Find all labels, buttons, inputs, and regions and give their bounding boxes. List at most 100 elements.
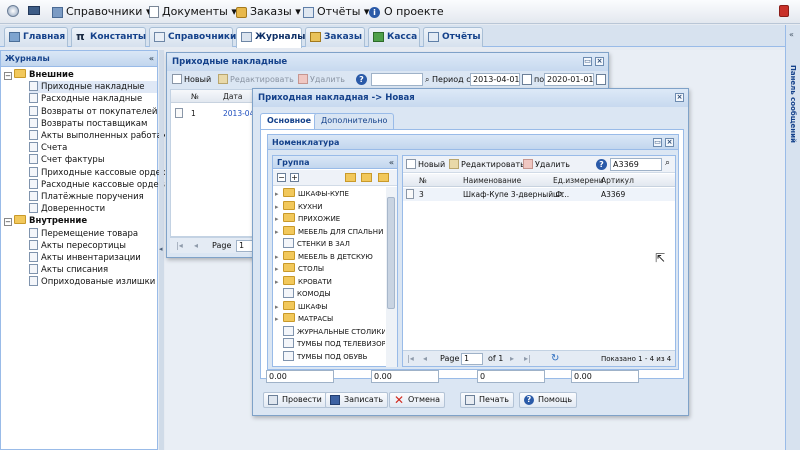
group-item[interactable]: ТУМБЫ ПОД ТЕЛЕВИЗОР: [275, 338, 385, 350]
first-page-icon[interactable]: |◂: [176, 238, 183, 254]
tab-home[interactable]: Главная: [4, 27, 68, 47]
tab-additional[interactable]: Дополнительно: [314, 113, 395, 129]
tab-cash[interactable]: Касса: [368, 27, 420, 47]
tree-item[interactable]: Акты списания: [29, 264, 157, 276]
tab-reports[interactable]: Отчёты: [423, 27, 483, 47]
logout-icon[interactable]: [779, 5, 789, 17]
column-article[interactable]: Артикул: [601, 174, 634, 187]
group-item[interactable]: ▸ МЕБЕЛЬ В ДЕТСКУЮ: [275, 250, 373, 263]
column-name[interactable]: Наименование: [463, 174, 521, 187]
save-button[interactable]: Записать: [325, 392, 389, 408]
home-icon[interactable]: [7, 5, 19, 17]
group-item[interactable]: ▸ МАТРАСЫ: [275, 313, 333, 325]
expand-arrow-icon[interactable]: ▸: [275, 301, 283, 313]
search-input[interactable]: [371, 73, 423, 86]
tree-item[interactable]: Приходные накладные: [29, 81, 157, 94]
total-field-1[interactable]: 0.00: [266, 370, 334, 383]
tree-item[interactable]: Расходные кассовые ордера: [29, 178, 169, 191]
expand-arrow-icon[interactable]: ▸: [275, 263, 283, 275]
collapse-icon[interactable]: −: [4, 72, 12, 80]
search-icon[interactable]: ⌕: [665, 158, 670, 168]
post-button[interactable]: Провести: [263, 392, 327, 408]
window-title-bar[interactable]: Приходная накладная -> Новая ×: [253, 89, 688, 107]
close-icon[interactable]: ×: [665, 138, 674, 147]
group-item[interactable]: ▸ КРОВАТИ: [275, 275, 332, 288]
expand-arrow-icon[interactable]: ▸: [275, 201, 283, 213]
help-icon[interactable]: ?: [356, 74, 367, 85]
tab-orders[interactable]: Заказы: [305, 27, 365, 47]
expand-arrow-icon[interactable]: ▸: [275, 276, 283, 288]
group-item[interactable]: ▸ ШКАФЫ: [275, 300, 327, 313]
group-item[interactable]: ▸ КУХНИ: [275, 200, 323, 213]
prev-page-icon[interactable]: ◂: [194, 238, 198, 254]
cancel-button[interactable]: ✕ Отмена: [389, 392, 446, 408]
next-page-icon[interactable]: ▸: [510, 351, 514, 367]
tab-reference-books[interactable]: Справочники: [149, 27, 236, 47]
expand-arrow-icon[interactable]: ▸: [275, 313, 283, 325]
new-item-button[interactable]: Новый: [406, 158, 445, 172]
group-item[interactable]: ▸ ШКАФЫ-КУПЕ: [275, 188, 349, 200]
tree-item[interactable]: Акты инвентаризации: [29, 252, 157, 264]
splitter[interactable]: ◂: [159, 50, 164, 450]
group-item[interactable]: КОМОДЫ: [275, 288, 331, 300]
delete-folder-icon[interactable]: [378, 173, 389, 182]
expand-arrow-icon[interactable]: ▸: [275, 188, 283, 200]
tree-item[interactable]: Счета: [29, 142, 157, 154]
help-icon[interactable]: ?: [596, 159, 607, 170]
close-icon[interactable]: ×: [675, 93, 684, 102]
tab-constants[interactable]: π Константы: [71, 27, 146, 47]
close-icon[interactable]: ×: [595, 57, 604, 66]
monitor-icon[interactable]: [28, 6, 40, 15]
help-button[interactable]: ? Помощь: [519, 392, 578, 408]
tree-group-external[interactable]: − Внешние: [4, 69, 157, 81]
minimize-icon[interactable]: ▭: [653, 138, 662, 147]
column-no[interactable]: №: [191, 90, 199, 103]
menu-reports[interactable]: Отчёты ▾: [303, 4, 369, 20]
tree-item[interactable]: Оприходованые излишки: [29, 276, 157, 288]
collapse-icon[interactable]: «: [389, 156, 394, 169]
tree-item[interactable]: Возвраты от покупателей: [29, 105, 157, 118]
delete-button[interactable]: Удалить: [298, 73, 345, 87]
tab-journals[interactable]: Журналы: [236, 27, 305, 48]
tab-main[interactable]: Основное: [260, 113, 319, 129]
tree-item[interactable]: Перемещение товара: [29, 227, 157, 240]
tree-item[interactable]: Счет фактуры: [29, 154, 157, 166]
expand-icon[interactable]: «: [789, 30, 794, 39]
edit-item-button[interactable]: Редактировать: [449, 158, 525, 172]
column-no[interactable]: №: [419, 174, 427, 187]
group-scrollbar[interactable]: [386, 187, 397, 367]
add-folder-icon[interactable]: [345, 173, 356, 182]
tree-item[interactable]: Расходные накладные: [29, 93, 157, 105]
collapse-icon[interactable]: «: [149, 51, 154, 67]
tree-group-internal[interactable]: − Внутренние: [4, 215, 157, 227]
tree-item[interactable]: Доверенности: [29, 203, 157, 215]
table-row[interactable]: 3 Шкаф-Купе 3-дверный Ф... шт А3369: [403, 188, 675, 201]
expand-all-icon[interactable]: +: [290, 173, 299, 182]
calendar-icon[interactable]: [596, 74, 606, 85]
total-field-4[interactable]: 0.00: [571, 370, 639, 383]
scroll-thumb[interactable]: [387, 197, 395, 309]
tree-item[interactable]: Приходные кассовые ордера: [29, 166, 171, 179]
group-item[interactable]: ▸ СТОЛЫ: [275, 263, 324, 275]
group-item[interactable]: ТУМБЫ ПОД ОБУВЬ: [275, 350, 367, 363]
column-unit[interactable]: Ед.измерени: [553, 174, 604, 187]
menu-documents[interactable]: Документы ▾: [149, 4, 237, 20]
expand-arrow-icon[interactable]: ▸: [275, 226, 283, 238]
window-title-bar[interactable]: Приходные накладные ▭ ×: [167, 53, 608, 71]
messages-panel-collapsed[interactable]: « Панель сообщений: [785, 25, 800, 450]
group-item[interactable]: ЖУРНАЛЬНЫЕ СТОЛИКИ: [275, 325, 385, 338]
menu-reference-books[interactable]: Справочники ▾: [52, 4, 151, 20]
expand-arrow-icon[interactable]: ▸: [275, 251, 283, 263]
group-item[interactable]: ▸ ПРИХОЖИЕ: [275, 213, 340, 225]
edit-button[interactable]: Редактировать: [218, 73, 294, 87]
delete-item-button[interactable]: Удалить: [523, 158, 570, 172]
last-page-icon[interactable]: ▸|: [524, 351, 531, 367]
date-to-field[interactable]: 2020-01-01: [544, 73, 594, 86]
item-search-input[interactable]: А3369: [610, 158, 662, 171]
group-item[interactable]: СТЕНКИ В ЗАЛ: [275, 238, 350, 250]
refresh-icon[interactable]: ↻: [551, 351, 559, 367]
edit-folder-icon[interactable]: [361, 173, 372, 182]
column-date[interactable]: Дата: [223, 90, 242, 103]
tree-item[interactable]: Акты пересортицы: [29, 239, 157, 252]
group-item[interactable]: ▸ МЕБЕЛЬ ДЛЯ СПАЛЬНИ: [275, 225, 383, 238]
